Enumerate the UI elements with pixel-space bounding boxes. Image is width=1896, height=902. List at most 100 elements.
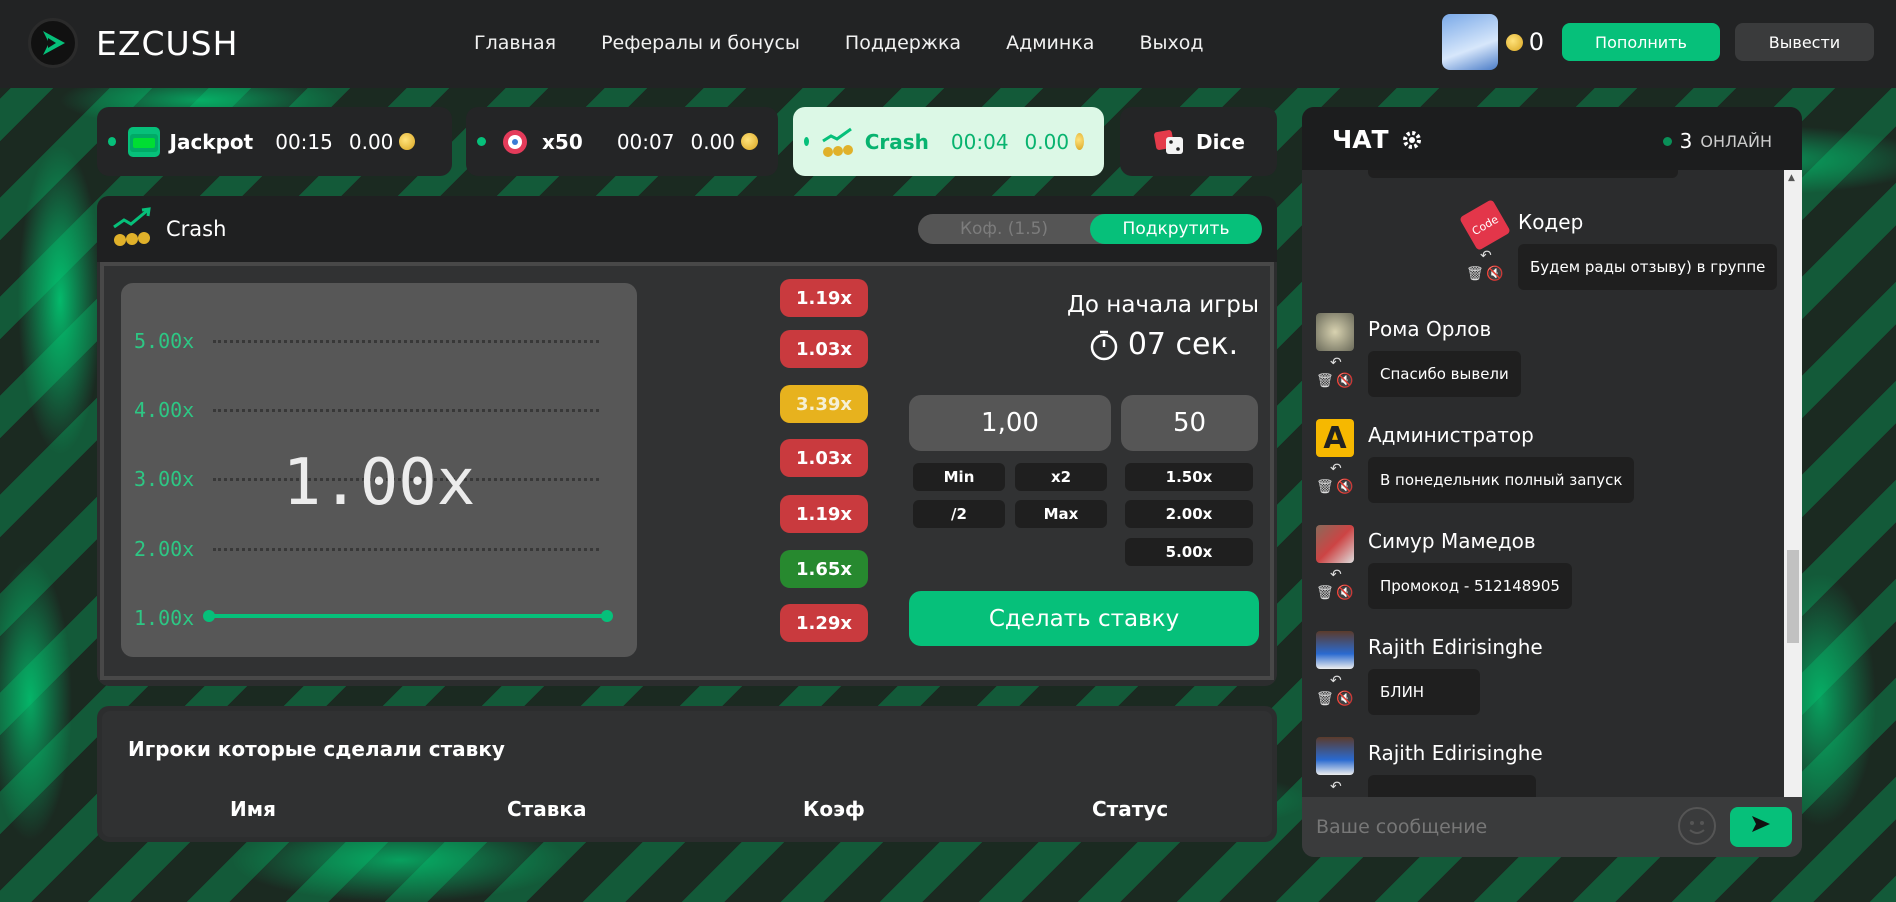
crash-panel: Crash Коф. (1.5) Подкрутить 5.00x 4.00x … <box>97 196 1277 686</box>
grid-line <box>213 409 599 412</box>
grid-line <box>213 548 599 551</box>
mute-icon[interactable]: 🔇 <box>1336 479 1353 495</box>
toggle-rig[interactable]: Подкрутить <box>1090 214 1262 244</box>
gear-icon[interactable] <box>1401 129 1423 151</box>
mute-icon[interactable]: 🔇 <box>1336 691 1353 707</box>
history-item: 1.65x <box>780 550 868 588</box>
game-timer: 00:07 <box>616 129 675 154</box>
game-tab-x50[interactable]: x50 00:07 0.00 <box>466 107 778 176</box>
crash-title: Crash <box>166 217 227 241</box>
dice-icon <box>1152 127 1186 157</box>
chat-title: ЧАТ <box>1332 125 1423 154</box>
history-item: 3.39x <box>780 385 868 423</box>
message-text: В понедельник полный запуск <box>1368 457 1635 503</box>
online-label: ОНЛАЙН <box>1700 131 1772 151</box>
crash-graph: 5.00x 4.00x 3.00x 2.00x 1.00x 1.00x <box>121 283 637 657</box>
game-sum: 0.00 <box>690 129 735 154</box>
max-button[interactable]: Max <box>1015 500 1107 528</box>
y-axis-label: 2.00x <box>134 537 195 561</box>
place-bet-button[interactable]: Сделать ставку <box>909 591 1259 646</box>
preset-2-00x-button[interactable]: 2.00x <box>1125 500 1253 528</box>
message-text: Будем рады отзыву) в группе <box>1518 244 1778 290</box>
admin-avatar[interactable]: A <box>1316 419 1354 457</box>
chat-scrollbar[interactable]: ▲ <box>1784 170 1802 797</box>
withdraw-button[interactable]: Вывести <box>1735 23 1874 61</box>
nav-referrals[interactable]: Рефералы и бонусы <box>601 32 800 54</box>
trash-icon[interactable]: 🗑 <box>1316 585 1334 601</box>
column-header-status: Статус <box>1092 797 1169 821</box>
countdown-label: До начала игры <box>1066 292 1260 318</box>
trash-icon[interactable]: 🗑 <box>1466 266 1484 282</box>
emoji-icon[interactable] <box>1678 807 1716 845</box>
message-author: Кодер <box>1518 210 1584 234</box>
grid-line <box>213 340 599 343</box>
y-axis-label: 5.00x <box>134 329 195 353</box>
user-avatar[interactable] <box>1316 313 1354 351</box>
coin-icon <box>1505 33 1523 51</box>
trash-icon[interactable]: 🗑 <box>1316 373 1334 389</box>
toggle-coef[interactable]: Коф. (1.5) <box>918 214 1090 244</box>
user-avatar[interactable] <box>1316 631 1354 669</box>
send-button[interactable] <box>1730 807 1792 847</box>
game-sum: 0.00 <box>348 129 394 154</box>
mute-icon[interactable]: 🔇 <box>1486 266 1503 282</box>
jackpot-icon <box>128 126 160 157</box>
x2-button[interactable]: x2 <box>1015 463 1107 491</box>
nav-home[interactable]: Главная <box>474 32 556 54</box>
coin-icon <box>399 133 415 150</box>
chat-panel: ЧАТ 3 ОНЛАЙН Code Кодер Будем рады отзыв… <box>1302 107 1802 857</box>
nav-admin[interactable]: Админка <box>1006 32 1094 54</box>
mode-toggle[interactable]: Коф. (1.5) Подкрутить <box>918 214 1262 244</box>
nav-logout[interactable]: Выход <box>1139 32 1203 54</box>
mute-icon[interactable]: 🔇 <box>1336 373 1353 389</box>
mute-icon[interactable]: 🔇 <box>1336 585 1353 601</box>
reply-icon[interactable]: ↶ <box>1330 779 1342 795</box>
user-avatar[interactable] <box>1316 525 1354 563</box>
y-axis-label: 4.00x <box>134 398 195 422</box>
chat-title-text: ЧАТ <box>1332 125 1389 154</box>
game-tab-crash[interactable]: Crash 00:04 0.00 <box>793 107 1104 176</box>
bet-amount-input[interactable] <box>909 395 1111 451</box>
reply-icon[interactable]: ↶ <box>1330 673 1342 689</box>
chat-message-input[interactable] <box>1316 809 1676 845</box>
column-header-coef: Коэф <box>803 797 865 821</box>
history-item: 1.19x <box>780 495 868 533</box>
live-dot <box>477 137 486 146</box>
top-header: EZCUSH Главная Рефералы и бонусы Поддерж… <box>0 0 1896 88</box>
players-title: Игроки которые сделали ставку <box>128 737 505 761</box>
scroll-thumb[interactable] <box>1787 550 1799 643</box>
preset-5-00x-button[interactable]: 5.00x <box>1125 538 1253 566</box>
game-name: x50 <box>542 129 583 154</box>
send-icon <box>1752 816 1770 832</box>
auto-cashout-input[interactable] <box>1121 395 1258 451</box>
reply-icon[interactable]: ↶ <box>1330 355 1342 371</box>
user-avatar[interactable]: Code <box>1459 199 1511 251</box>
preset-1-50x-button[interactable]: 1.50x <box>1125 463 1253 491</box>
reply-icon[interactable]: ↶ <box>1330 567 1342 583</box>
balance-value: 0 <box>1528 28 1544 56</box>
user-avatar[interactable] <box>1441 14 1498 70</box>
deposit-button[interactable]: Пополнить <box>1562 23 1720 61</box>
logo-icon <box>28 18 78 68</box>
coin-icon <box>741 133 758 150</box>
scroll-up-icon[interactable]: ▲ <box>1788 173 1795 183</box>
message-text: Спасибо вывели <box>1368 351 1521 397</box>
chat-messages: Code Кодер Будем рады отзыву) в группе ↶… <box>1302 170 1784 797</box>
nav-support[interactable]: Поддержка <box>845 32 961 54</box>
user-avatar[interactable] <box>1316 737 1354 775</box>
game-tab-jackpot[interactable]: Jackpot 00:15 0.00 <box>97 107 452 176</box>
reply-icon[interactable]: ↶ <box>1330 461 1342 477</box>
logo[interactable]: EZCUSH <box>28 18 238 68</box>
current-multiplier: 1.00x <box>282 446 476 520</box>
crash-body: 5.00x 4.00x 3.00x 2.00x 1.00x 1.00x 1.19… <box>100 262 1274 680</box>
crash-icon <box>112 207 154 251</box>
trash-icon[interactable]: 🗑 <box>1316 691 1334 707</box>
min-button[interactable]: Min <box>913 463 1005 491</box>
trash-icon[interactable]: 🗑 <box>1316 479 1334 495</box>
half-button[interactable]: /2 <box>913 500 1005 528</box>
y-axis-label: 1.00x <box>134 606 195 630</box>
game-timer: 00:15 <box>275 129 333 154</box>
reply-icon[interactable]: ↶ <box>1480 248 1492 264</box>
game-tab-dice[interactable]: Dice <box>1120 107 1277 176</box>
message-author: Rajith Edirisinghe <box>1368 741 1543 765</box>
